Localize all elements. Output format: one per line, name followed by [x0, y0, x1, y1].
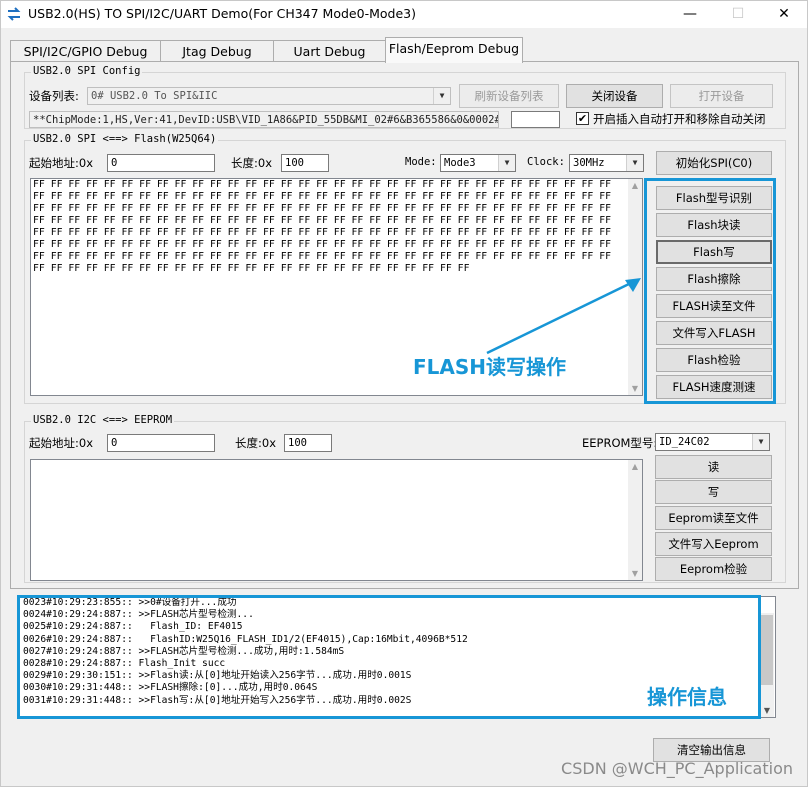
flash-addr-input[interactable]: 0	[107, 154, 215, 172]
watermark: CSDN @WCH_PC_Application	[561, 759, 793, 778]
eeprom-scrollbar[interactable]: ▲ ▼	[628, 460, 642, 580]
annotation-arrow-icon	[486, 278, 641, 355]
spi-config-group: USB2.0 SPI Config 设备列表: 0# USB2.0 To SPI…	[24, 65, 786, 129]
flash-len-input[interactable]: 100	[281, 154, 329, 172]
log-scroll-thumb[interactable]	[761, 615, 773, 685]
scroll-up-icon: ▲	[631, 181, 639, 190]
app-icon	[7, 7, 21, 21]
eeprom-addr-input[interactable]: 0	[107, 434, 215, 452]
hex-line: FF FF FF FF FF FF FF FF FF FF FF FF FF F…	[33, 179, 612, 190]
eeprom-read-button[interactable]: 读	[655, 455, 772, 479]
auto-open-checkbox[interactable]: ✔	[576, 112, 589, 125]
scroll-up-icon: ▲	[631, 462, 639, 471]
init-spi-button[interactable]: 初始化SPI(C0)	[656, 151, 772, 175]
chevron-down-icon: ▼	[433, 88, 450, 104]
eeprom-write-button[interactable]: 写	[655, 480, 772, 504]
clock-select-value: 30MHz	[573, 157, 605, 169]
open-device-button[interactable]: 打开设备	[670, 84, 773, 108]
hex-line: FF FF FF FF FF FF FF FF FF FF FF FF FF F…	[33, 203, 612, 214]
main-window: USB2.0(HS) TO SPI/I2C/UART Demo(For CH34…	[0, 0, 808, 787]
scroll-down-icon: ▼	[763, 706, 771, 715]
flash-ops-highlight	[644, 178, 776, 404]
minimize-button[interactable]: —	[667, 1, 713, 28]
device-info-field: **ChipMode:1,HS,Ver:41,DevID:USB\VID_1A8…	[29, 111, 499, 128]
mode-select-value: Mode3	[444, 157, 476, 169]
hex-line: FF FF FF FF FF FF FF FF FF FF FF FF FF F…	[33, 239, 612, 250]
auto-open-label: 开启插入自动打开和移除自动关闭	[593, 112, 766, 126]
eeprom-type-label: EEPROM型号:	[582, 436, 658, 450]
flash-group-title: USB2.0 SPI <==> Flash(W25Q64)	[31, 133, 219, 145]
tab-flash-eeprom[interactable]: Flash/Eeprom Debug	[385, 37, 523, 63]
blank-field[interactable]	[511, 111, 560, 128]
refresh-devices-button[interactable]: 刷新设备列表	[459, 84, 559, 108]
clock-select[interactable]: 30MHz ▼	[569, 154, 644, 172]
tab-spi-i2c-gpio[interactable]: SPI/I2C/GPIO Debug	[10, 40, 161, 62]
maximize-button[interactable]: ☐	[715, 1, 761, 28]
hex-line: FF FF FF FF FF FF FF FF FF FF FF FF FF F…	[33, 251, 612, 262]
hex-line: FF FF FF FF FF FF FF FF FF FF FF FF FF F…	[33, 215, 612, 226]
eeprom-type-value: ID_24C02	[659, 436, 710, 448]
close-device-button[interactable]: 关闭设备	[566, 84, 663, 108]
log-annotation: 操作信息	[647, 685, 727, 709]
close-button[interactable]: ✕	[761, 1, 807, 28]
tab-uart[interactable]: Uart Debug	[273, 40, 386, 62]
eeprom-data-area[interactable]: ▲ ▼	[30, 459, 643, 581]
flash-len-label: 长度:0x	[231, 156, 272, 170]
hex-line: FF FF FF FF FF FF FF FF FF FF FF FF FF F…	[33, 227, 612, 238]
eeprom-len-input[interactable]: 100	[284, 434, 332, 452]
device-select-value: 0# USB2.0 To SPI&IIC	[91, 90, 218, 102]
hex-content: FF FF FF FF FF FF FF FF FF FF FF FF FF F…	[31, 179, 642, 275]
eeprom-group-title: USB2.0 I2C <==> EEPROM	[31, 414, 175, 426]
eeprom-verify-button[interactable]: Eeprom检验	[655, 557, 772, 581]
eeprom-addr-label: 起始地址:0x	[29, 436, 93, 450]
window-title: USB2.0(HS) TO SPI/I2C/UART Demo(For CH34…	[28, 6, 416, 21]
mode-select[interactable]: Mode3 ▼	[440, 154, 516, 172]
chevron-down-icon: ▼	[626, 155, 643, 171]
eeprom-type-select[interactable]: ID_24C02 ▼	[655, 433, 770, 451]
chevron-down-icon: ▼	[752, 434, 769, 450]
mode-label: Mode:	[405, 156, 437, 168]
flash-ops-annotation: FLASH读写操作	[413, 355, 567, 379]
device-list-label: 设备列表:	[29, 89, 79, 103]
tab-jtag[interactable]: Jtag Debug	[160, 40, 274, 62]
eeprom-group: USB2.0 I2C <==> EEPROM 起始地址:0x 0 长度:0x 1…	[24, 414, 786, 583]
title-bar: USB2.0(HS) TO SPI/I2C/UART Demo(For CH34…	[1, 1, 807, 28]
scroll-down-icon: ▼	[631, 384, 639, 393]
eeprom-read-to-file-button[interactable]: Eeprom读至文件	[655, 506, 772, 530]
log-scrollbar[interactable]: ▼	[760, 613, 774, 717]
flash-addr-label: 起始地址:0x	[29, 156, 93, 170]
clock-label: Clock:	[527, 156, 565, 168]
tab-strip: SPI/I2C/GPIO Debug Jtag Debug Uart Debug…	[10, 37, 808, 63]
chevron-down-icon: ▼	[498, 155, 515, 171]
file-write-eeprom-button[interactable]: 文件写入Eeprom	[655, 532, 772, 556]
device-select[interactable]: 0# USB2.0 To SPI&IIC ▼	[87, 87, 451, 105]
scroll-down-icon: ▼	[631, 569, 639, 578]
hex-line: FF FF FF FF FF FF FF FF FF FF FF FF FF F…	[33, 191, 612, 202]
eeprom-len-label: 长度:0x	[235, 436, 276, 450]
spi-config-title: USB2.0 SPI Config	[31, 65, 143, 77]
